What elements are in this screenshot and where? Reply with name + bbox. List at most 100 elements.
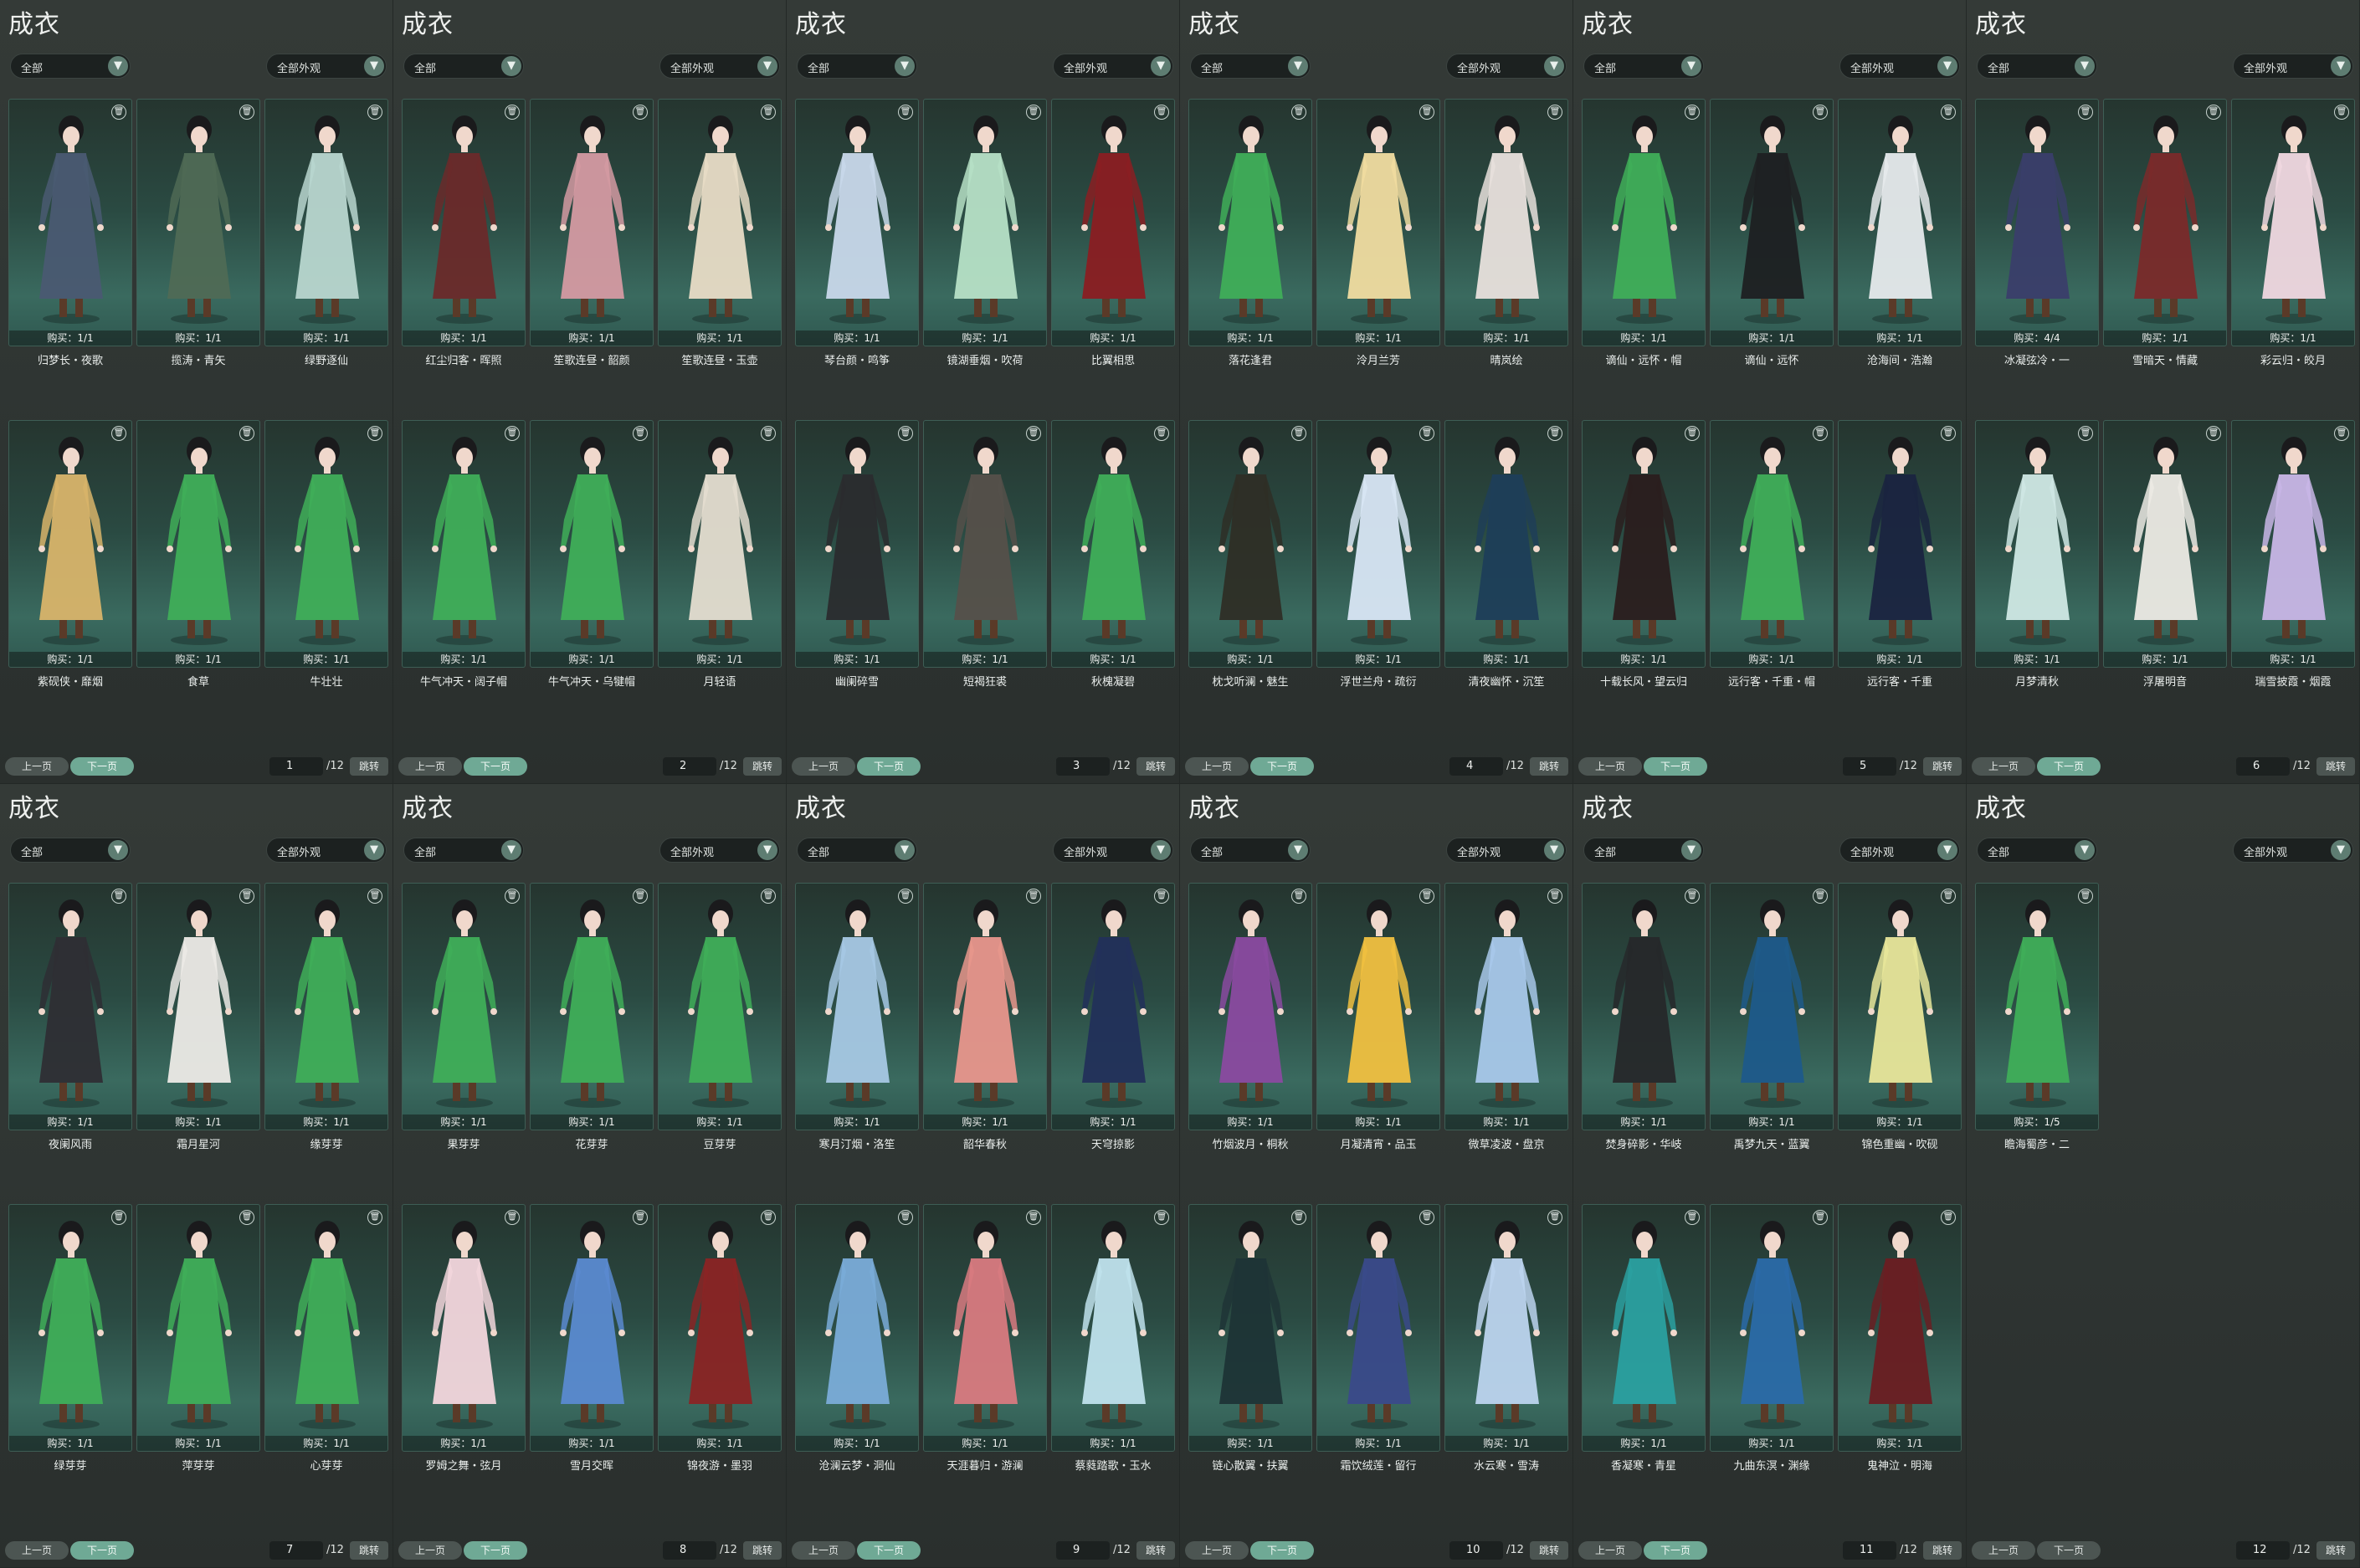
appearance-filter-dropdown[interactable]: 全部外观 ▼ (1446, 838, 1567, 863)
outfit-card[interactable]: 🗑 购买：1/1 (402, 1204, 526, 1452)
outfit-card[interactable]: 🗑 购买：1/1 (1582, 1204, 1706, 1452)
trash-icon[interactable]: 🗑 (505, 889, 520, 904)
prev-page-button[interactable]: 上一页 (398, 1541, 462, 1560)
trash-icon[interactable]: 🗑 (761, 889, 776, 904)
jump-button[interactable]: 跳转 (743, 757, 782, 776)
trash-icon[interactable]: 🗑 (111, 889, 126, 904)
outfit-card[interactable]: 🗑 购买：1/1 (530, 883, 654, 1130)
outfit-card[interactable]: 🗑 购买：1/1 (1710, 883, 1834, 1130)
outfit-card[interactable]: 🗑 购买：1/1 (923, 99, 1047, 346)
page-number-input[interactable]: 10 (1449, 1541, 1503, 1560)
trash-icon[interactable]: 🗑 (2078, 426, 2093, 441)
outfit-card[interactable]: 🗑 购买：1/1 (2103, 99, 2227, 346)
outfit-card[interactable]: 🗑 购买：1/1 (136, 420, 260, 668)
outfit-card[interactable]: 🗑 购买：1/1 (923, 420, 1047, 668)
next-page-button[interactable]: 下一页 (857, 757, 921, 776)
next-page-button[interactable]: 下一页 (1250, 757, 1314, 776)
outfit-card[interactable]: 🗑 购买：1/1 (1188, 420, 1312, 668)
appearance-filter-dropdown[interactable]: 全部外观 ▼ (659, 54, 780, 79)
outfit-card[interactable]: 🗑 购买：1/1 (264, 883, 388, 1130)
outfit-card[interactable]: 🗑 购买：1/1 (923, 883, 1047, 1130)
trash-icon[interactable]: 🗑 (1813, 105, 1828, 120)
outfit-card[interactable]: 🗑 购买：1/1 (1188, 1204, 1312, 1452)
outfit-card[interactable]: 🗑 购买：1/1 (1444, 420, 1568, 668)
outfit-card[interactable]: 🗑 购买：1/1 (1051, 99, 1175, 346)
trash-icon[interactable]: 🗑 (1813, 889, 1828, 904)
prev-page-button[interactable]: 上一页 (5, 757, 69, 776)
trash-icon[interactable]: 🗑 (505, 105, 520, 120)
page-number-input[interactable]: 2 (663, 757, 716, 776)
outfit-card[interactable]: 🗑 购买：1/1 (264, 99, 388, 346)
jump-button[interactable]: 跳转 (1923, 1541, 1962, 1560)
trash-icon[interactable]: 🗑 (1291, 105, 1306, 120)
jump-button[interactable]: 跳转 (350, 1541, 388, 1560)
trash-icon[interactable]: 🗑 (1419, 1210, 1434, 1225)
jump-button[interactable]: 跳转 (1136, 757, 1175, 776)
trash-icon[interactable]: 🗑 (1419, 426, 1434, 441)
category-filter-dropdown[interactable]: 全部 ▼ (1583, 54, 1704, 79)
trash-icon[interactable]: 🗑 (2206, 105, 2221, 120)
trash-icon[interactable]: 🗑 (111, 426, 126, 441)
category-filter-dropdown[interactable]: 全部 ▼ (1190, 54, 1311, 79)
category-filter-dropdown[interactable]: 全部 ▼ (797, 54, 917, 79)
outfit-card[interactable]: 🗑 购买：1/1 (923, 1204, 1047, 1452)
trash-icon[interactable]: 🗑 (1154, 105, 1169, 120)
outfit-card[interactable]: 🗑 购买：1/1 (264, 1204, 388, 1452)
trash-icon[interactable]: 🗑 (1419, 105, 1434, 120)
prev-page-button[interactable]: 上一页 (792, 757, 855, 776)
page-number-input[interactable]: 3 (1056, 757, 1110, 776)
page-number-input[interactable]: 4 (1449, 757, 1503, 776)
trash-icon[interactable]: 🗑 (367, 426, 382, 441)
trash-icon[interactable]: 🗑 (1941, 1210, 1956, 1225)
next-page-button[interactable]: 下一页 (70, 757, 134, 776)
next-page-button[interactable]: 下一页 (1644, 757, 1707, 776)
outfit-card[interactable]: 🗑 购买：1/1 (1582, 883, 1706, 1130)
outfit-card[interactable]: 🗑 购买：1/1 (1975, 420, 2099, 668)
appearance-filter-dropdown[interactable]: 全部外观 ▼ (1053, 54, 1173, 79)
outfit-card[interactable]: 🗑 购买：1/1 (1051, 420, 1175, 668)
trash-icon[interactable]: 🗑 (1547, 1210, 1562, 1225)
category-filter-dropdown[interactable]: 全部 ▼ (1977, 54, 2097, 79)
outfit-card[interactable]: 🗑 购买：1/1 (1051, 883, 1175, 1130)
next-page-button[interactable]: 下一页 (857, 1541, 921, 1560)
prev-page-button[interactable]: 上一页 (1185, 757, 1249, 776)
trash-icon[interactable]: 🗑 (239, 1210, 254, 1225)
outfit-card[interactable]: 🗑 购买：1/1 (264, 420, 388, 668)
prev-page-button[interactable]: 上一页 (398, 757, 462, 776)
outfit-card[interactable]: 🗑 购买：1/1 (530, 420, 654, 668)
prev-page-button[interactable]: 上一页 (5, 1541, 69, 1560)
category-filter-dropdown[interactable]: 全部 ▼ (1977, 838, 2097, 863)
page-number-input[interactable]: 11 (1843, 1541, 1896, 1560)
next-page-button[interactable]: 下一页 (2037, 1541, 2101, 1560)
trash-icon[interactable]: 🗑 (239, 889, 254, 904)
page-number-input[interactable]: 6 (2236, 757, 2290, 776)
category-filter-dropdown[interactable]: 全部 ▼ (10, 838, 131, 863)
appearance-filter-dropdown[interactable]: 全部外观 ▼ (2233, 54, 2353, 79)
page-number-input[interactable]: 12 (2236, 1541, 2290, 1560)
appearance-filter-dropdown[interactable]: 全部外观 ▼ (1446, 54, 1567, 79)
outfit-card[interactable]: 🗑 购买：1/1 (1316, 99, 1440, 346)
trash-icon[interactable]: 🗑 (2078, 889, 2093, 904)
prev-page-button[interactable]: 上一页 (1972, 1541, 2035, 1560)
trash-icon[interactable]: 🗑 (1547, 426, 1562, 441)
next-page-button[interactable]: 下一页 (1250, 1541, 1314, 1560)
trash-icon[interactable]: 🗑 (1026, 1210, 1041, 1225)
appearance-filter-dropdown[interactable]: 全部外观 ▼ (266, 54, 387, 79)
trash-icon[interactable]: 🗑 (633, 426, 648, 441)
trash-icon[interactable]: 🗑 (1291, 1210, 1306, 1225)
trash-icon[interactable]: 🗑 (1941, 105, 1956, 120)
outfit-card[interactable]: 🗑 购买：1/1 (2103, 420, 2227, 668)
page-number-input[interactable]: 7 (269, 1541, 323, 1560)
jump-button[interactable]: 跳转 (350, 757, 388, 776)
appearance-filter-dropdown[interactable]: 全部外观 ▼ (1839, 54, 1960, 79)
trash-icon[interactable]: 🗑 (761, 105, 776, 120)
appearance-filter-dropdown[interactable]: 全部外观 ▼ (659, 838, 780, 863)
outfit-card[interactable]: 🗑 购买：1/1 (2231, 99, 2355, 346)
trash-icon[interactable]: 🗑 (761, 426, 776, 441)
trash-icon[interactable]: 🗑 (1026, 105, 1041, 120)
prev-page-button[interactable]: 上一页 (1578, 757, 1642, 776)
prev-page-button[interactable]: 上一页 (1578, 1541, 1642, 1560)
outfit-card[interactable]: 🗑 购买：1/1 (1838, 420, 1962, 668)
category-filter-dropdown[interactable]: 全部 ▼ (1583, 838, 1704, 863)
trash-icon[interactable]: 🗑 (633, 1210, 648, 1225)
